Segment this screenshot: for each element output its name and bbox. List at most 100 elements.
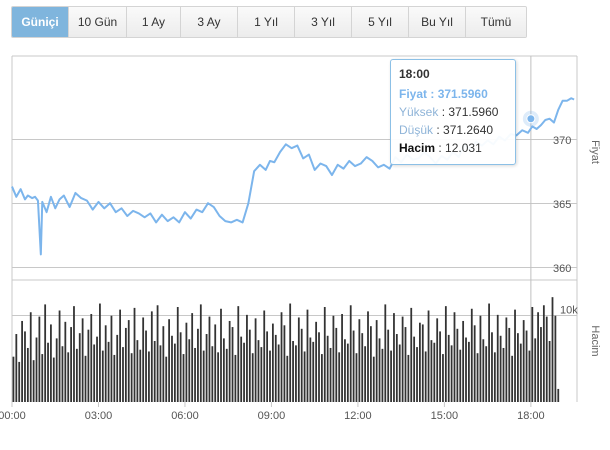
volume-bar bbox=[283, 325, 286, 402]
volume-bar bbox=[384, 304, 387, 402]
volume-bar bbox=[352, 330, 355, 402]
volume-bar bbox=[393, 313, 395, 402]
volume-bar bbox=[309, 337, 312, 402]
volume-bar bbox=[554, 315, 557, 402]
volume-bar bbox=[26, 347, 29, 402]
volume-bar bbox=[525, 330, 528, 402]
volume-bar bbox=[214, 324, 217, 402]
volume-bar bbox=[534, 338, 537, 402]
volume-bar bbox=[165, 356, 168, 402]
tooltip-volume-value: 12.031 bbox=[445, 141, 482, 155]
volume-bar bbox=[263, 310, 266, 402]
volume-axis-title: Hacim bbox=[589, 325, 601, 356]
tooltip-price-label: Fiyat bbox=[399, 87, 428, 101]
volume-bar bbox=[496, 314, 499, 402]
volume-bar bbox=[12, 356, 15, 402]
volume-bar bbox=[64, 321, 67, 402]
volume-bar bbox=[18, 361, 21, 402]
price-tick-label: 365 bbox=[553, 199, 571, 211]
volume-bar bbox=[133, 307, 136, 402]
volume-bar bbox=[447, 334, 450, 402]
volume-bar bbox=[47, 342, 49, 402]
volume-bar bbox=[355, 353, 358, 402]
volume-bar bbox=[318, 332, 320, 402]
volume-bar bbox=[35, 337, 38, 402]
volume-bar bbox=[113, 354, 116, 402]
volume-bar bbox=[537, 312, 539, 402]
volume-bar bbox=[67, 352, 70, 402]
volume-bar bbox=[542, 305, 545, 402]
volume-bar bbox=[234, 354, 237, 402]
volume-bar bbox=[465, 337, 467, 402]
tooltip-volume-label: Hacim bbox=[399, 141, 436, 155]
volume-bar bbox=[468, 341, 470, 402]
volume-bar bbox=[99, 303, 101, 402]
tooltip-high: Yüksek : 371.5960 bbox=[399, 105, 499, 119]
volume-bar bbox=[315, 321, 318, 402]
volume-bar bbox=[557, 388, 560, 402]
volume-bar bbox=[119, 309, 121, 402]
volume-bar bbox=[280, 312, 283, 402]
volume-bar bbox=[511, 355, 514, 402]
volume-bar bbox=[260, 347, 263, 402]
volume-bar bbox=[237, 306, 240, 402]
volume-bar bbox=[286, 355, 289, 402]
volume-bar bbox=[78, 333, 81, 402]
price-axis-title: Fiyat bbox=[589, 140, 601, 164]
volume-bar bbox=[519, 343, 522, 402]
volume-bar bbox=[84, 355, 87, 402]
volume-bar bbox=[387, 329, 390, 402]
volume-bar bbox=[136, 340, 139, 402]
volume-bar bbox=[470, 308, 473, 402]
volume-bar bbox=[197, 328, 199, 402]
volume-bar bbox=[332, 315, 335, 402]
tooltip-high-label: Yüksek bbox=[399, 105, 439, 119]
volume-bar bbox=[300, 328, 303, 402]
volume-bar bbox=[269, 350, 271, 402]
tooltip-volume: Hacim : 12.031 bbox=[399, 141, 482, 155]
volume-bar bbox=[499, 335, 502, 402]
volume-bar bbox=[292, 341, 294, 402]
volume-bar bbox=[191, 313, 194, 402]
price-tick-label: 370 bbox=[553, 135, 571, 147]
x-tick-label: 15:00 bbox=[431, 410, 459, 422]
volume-bar bbox=[240, 336, 243, 402]
tooltip-price: Fiyat : 371.5960 bbox=[399, 87, 488, 101]
volume-bar bbox=[179, 332, 182, 402]
volume-bar bbox=[493, 352, 496, 402]
volume-bar bbox=[21, 320, 23, 402]
volume-bar bbox=[419, 322, 421, 402]
volume-bar bbox=[15, 334, 18, 402]
volume-bar bbox=[289, 303, 292, 402]
volume-bar bbox=[254, 318, 257, 402]
volume-bar bbox=[75, 348, 78, 402]
volume-bar bbox=[251, 353, 254, 402]
volume-bar bbox=[277, 344, 280, 402]
volume-bar bbox=[90, 313, 93, 402]
volume-bar bbox=[246, 314, 248, 402]
volume-bar bbox=[168, 319, 170, 402]
volume-bar bbox=[459, 349, 462, 402]
volume-tick-label: 10k bbox=[560, 305, 578, 317]
x-tick-label: 12:00 bbox=[344, 410, 372, 422]
volume-bar bbox=[124, 327, 127, 402]
x-tick-label: 18:00 bbox=[517, 410, 545, 422]
volume-bar bbox=[341, 313, 343, 402]
volume-bar bbox=[473, 325, 476, 402]
tooltip: 18:00 Fiyat : 371.5960 Yüksek : 371.5960… bbox=[390, 59, 516, 165]
volume-bar bbox=[176, 307, 179, 402]
x-tick-label: 09:00 bbox=[258, 410, 286, 422]
volume-bar bbox=[93, 344, 96, 402]
volume-bar bbox=[32, 360, 35, 402]
volume-bar bbox=[505, 317, 508, 402]
volume-bar bbox=[52, 357, 55, 402]
volume-bar bbox=[271, 323, 274, 402]
volume-bar bbox=[127, 320, 130, 402]
volume-bar bbox=[390, 350, 392, 402]
volume-bar bbox=[295, 345, 297, 402]
volume-bar bbox=[395, 334, 398, 402]
volume-bar bbox=[548, 341, 551, 402]
volume-bar bbox=[370, 326, 372, 402]
volume-bar bbox=[266, 331, 269, 402]
volume-bar bbox=[50, 324, 52, 402]
